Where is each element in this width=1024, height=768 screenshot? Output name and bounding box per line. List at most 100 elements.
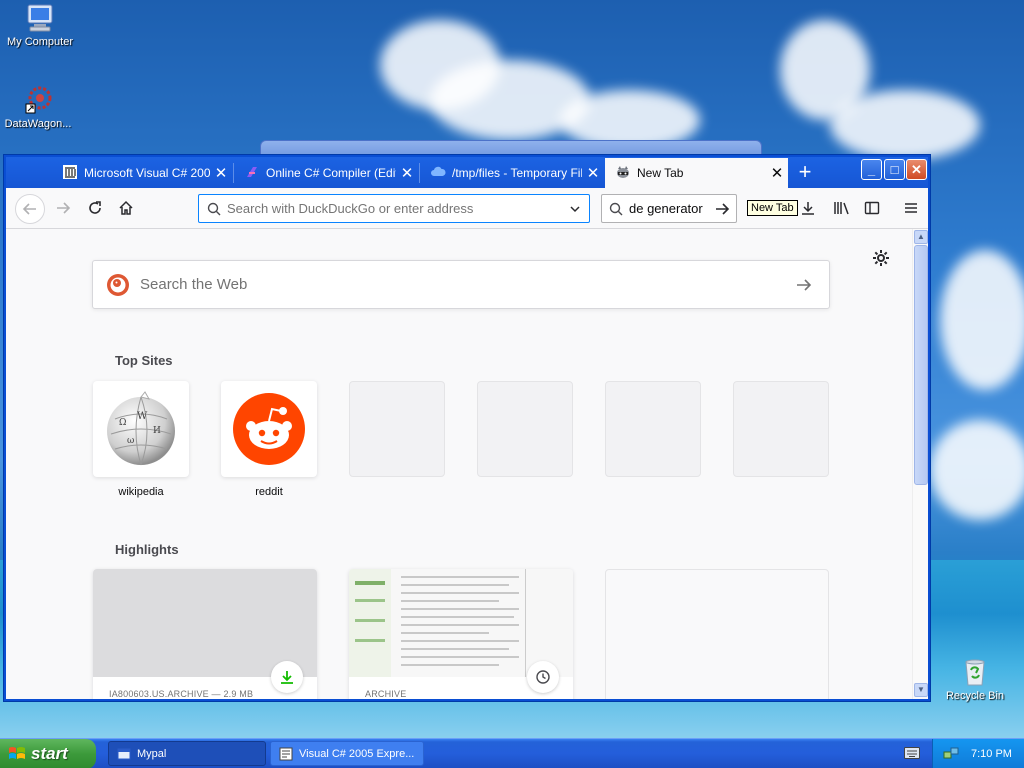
- recycle-bin-label: Recycle Bin: [945, 690, 1005, 702]
- tab-visual-csharp[interactable]: Microsoft Visual C# 2005 E ✕: [52, 158, 232, 188]
- network-icon[interactable]: [943, 746, 959, 762]
- top-site-label: wikipedia: [118, 486, 164, 498]
- arrow-right-icon[interactable]: [795, 277, 813, 293]
- history-clock-icon: [527, 661, 559, 693]
- svg-text:W: W: [137, 411, 148, 422]
- maximize-button[interactable]: □: [884, 159, 905, 180]
- download-icon: [802, 202, 814, 215]
- vertical-scrollbar[interactable]: ▲ ▼: [912, 229, 928, 699]
- taskbar-item-mypal[interactable]: Mypal: [108, 741, 266, 766]
- minimize-button[interactable]: _: [861, 159, 882, 180]
- scroll-down-arrow-icon[interactable]: ▼: [914, 683, 928, 697]
- home-icon: [119, 200, 133, 215]
- scroll-thumb[interactable]: [914, 245, 928, 485]
- clock[interactable]: 7:10 PM: [971, 748, 1012, 760]
- tab-label: Microsoft Visual C# 2005 E: [84, 166, 210, 180]
- duckduckgo-icon: [106, 273, 130, 297]
- tab-strip: Microsoft Visual C# 2005 E ✕ Online C# C…: [6, 157, 928, 188]
- hamburger-menu-icon: [905, 203, 917, 213]
- search-icon: [609, 202, 623, 216]
- search-input[interactable]: de generator: [623, 201, 714, 216]
- top-site-reddit[interactable]: reddit: [221, 381, 317, 498]
- highlight-card-download[interactable]: IA800603.US.ARCHIVE — 2.9 MB: [93, 569, 317, 699]
- arrow-right-icon: [57, 202, 71, 214]
- top-site-label: reddit: [255, 486, 283, 498]
- compiler-icon: [244, 164, 260, 183]
- mypal-icon: [117, 747, 131, 761]
- sidebar-button[interactable]: [858, 194, 886, 222]
- taskbar-item-label: Mypal: [137, 747, 167, 760]
- close-window-button[interactable]: ✕: [906, 159, 927, 180]
- svg-text:И: И: [153, 426, 161, 436]
- highlight-card-empty: [605, 569, 829, 699]
- new-tab-button[interactable]: +: [792, 160, 818, 186]
- visual-studio-icon: [279, 747, 293, 761]
- search-icon: [207, 202, 221, 216]
- empty-tile[interactable]: [733, 381, 829, 477]
- customize-gear-icon[interactable]: [872, 249, 890, 270]
- svg-text:ω: ω: [127, 436, 134, 446]
- top-site-wikipedia[interactable]: Ω W И ω wikipedia: [93, 381, 189, 498]
- downloads-button[interactable]: [794, 194, 822, 222]
- start-button[interactable]: start: [0, 739, 96, 768]
- reddit-tile[interactable]: [221, 381, 317, 477]
- top-sites-title: Top Sites: [115, 353, 173, 368]
- library-shelf-icon: [834, 202, 849, 215]
- top-site-empty[interactable]: [349, 381, 445, 486]
- address-bar[interactable]: [198, 194, 590, 223]
- top-site-empty[interactable]: [733, 381, 829, 486]
- wikipedia-tile[interactable]: Ω W И ω: [93, 381, 189, 477]
- browser-window: Microsoft Visual C# 2005 E ✕ Online C# C…: [4, 155, 930, 701]
- recycle-bin-icon[interactable]: Recycle Bin: [940, 656, 1010, 702]
- tab-online-compiler[interactable]: Online C# Compiler (Edito ✕: [234, 158, 418, 188]
- my-computer-label: My Computer: [6, 36, 74, 48]
- web-search-box[interactable]: Search the Web: [92, 260, 830, 309]
- tab-label: New Tab: [637, 166, 684, 180]
- new-tab-page: Search the Web Top Sites Ω W И ω wikiped…: [6, 229, 912, 699]
- computer-icon: [24, 2, 56, 34]
- reload-button[interactable]: [81, 194, 109, 222]
- system-tray: 7:10 PM: [932, 739, 1024, 768]
- taskbar-item-label: Visual C# 2005 Expre...: [299, 747, 415, 760]
- search-bar[interactable]: de generator: [601, 194, 737, 223]
- top-site-empty[interactable]: [605, 381, 701, 486]
- address-input[interactable]: [221, 201, 569, 216]
- scroll-up-arrow-icon[interactable]: ▲: [914, 230, 928, 244]
- library-icon: [62, 164, 78, 183]
- raccoon-icon: [615, 164, 631, 183]
- datawagon-glyph-icon: [22, 84, 54, 116]
- empty-tile[interactable]: [349, 381, 445, 477]
- forward-button[interactable]: [49, 194, 77, 222]
- tab-label: Online C# Compiler (Edito: [266, 166, 396, 180]
- tab-tmp-files[interactable]: /tmp/files - Temporary File ✕: [420, 158, 604, 188]
- menu-button[interactable]: [897, 194, 925, 222]
- windows-logo-icon: [8, 745, 26, 763]
- empty-tile[interactable]: [477, 381, 573, 477]
- reddit-logo-icon: [233, 393, 305, 465]
- close-tab-icon[interactable]: ✕: [766, 164, 788, 182]
- taskbar: start Mypal Visual C# 2005 Expre... 7:10…: [0, 738, 1024, 768]
- close-tab-icon[interactable]: ✕: [582, 164, 604, 182]
- cloud-icon: [430, 164, 446, 183]
- start-label: start: [31, 744, 68, 763]
- highlight-card-archive[interactable]: ARCHIVE: [349, 569, 573, 699]
- go-arrow-icon[interactable]: [714, 201, 730, 217]
- back-button[interactable]: [15, 194, 45, 224]
- keyboard-icon[interactable]: [904, 747, 920, 762]
- svg-text:Ω: Ω: [119, 418, 126, 428]
- download-icon: [271, 661, 303, 693]
- chevron-down-icon[interactable]: [569, 203, 581, 215]
- tab-new-tab[interactable]: New Tab ✕: [605, 158, 788, 188]
- taskbar-item-visual-csharp[interactable]: Visual C# 2005 Expre...: [270, 741, 424, 766]
- top-site-empty[interactable]: [477, 381, 573, 486]
- home-button[interactable]: [112, 194, 140, 222]
- close-tab-icon[interactable]: ✕: [210, 164, 232, 182]
- close-tab-icon[interactable]: ✕: [396, 164, 418, 182]
- empty-tile[interactable]: [605, 381, 701, 477]
- datawagon-icon[interactable]: DataWagon...: [0, 84, 78, 130]
- my-computer-icon[interactable]: My Computer: [0, 2, 80, 48]
- sidebar-icon: [864, 201, 880, 215]
- tab-label: /tmp/files - Temporary File: [452, 166, 582, 180]
- recycle-bin-glyph-icon: [959, 656, 991, 688]
- library-button[interactable]: [828, 194, 856, 222]
